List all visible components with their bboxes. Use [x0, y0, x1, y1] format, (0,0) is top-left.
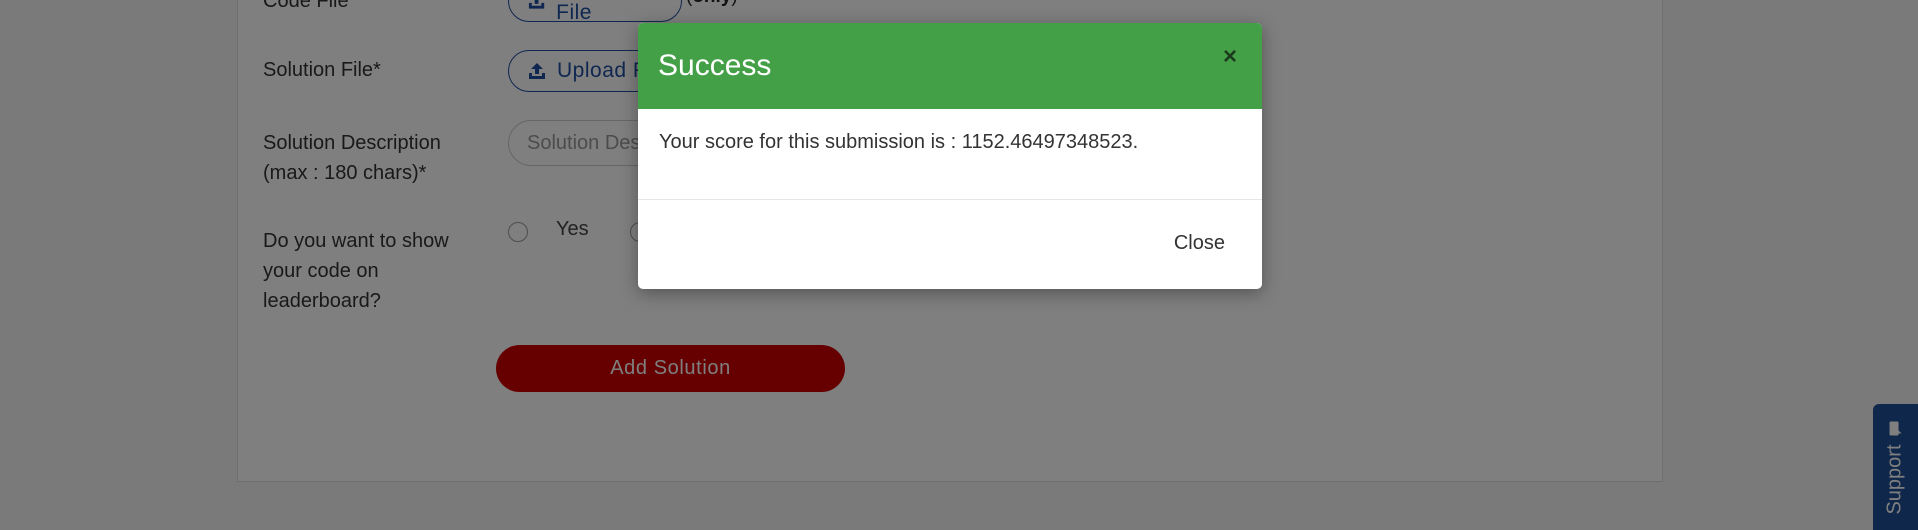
success-modal: Success × Your score for this submission… — [638, 23, 1262, 289]
close-icon[interactable]: × — [1218, 45, 1242, 69]
modal-body: Your score for this submission is : 1152… — [638, 109, 1262, 200]
modal-footer: Close — [638, 200, 1262, 289]
close-button[interactable]: Close — [1174, 232, 1225, 255]
score-message: Your score for this submission is : 1152… — [659, 131, 1139, 153]
modal-title: Success — [658, 49, 772, 82]
modal-header: Success × — [638, 23, 1262, 109]
